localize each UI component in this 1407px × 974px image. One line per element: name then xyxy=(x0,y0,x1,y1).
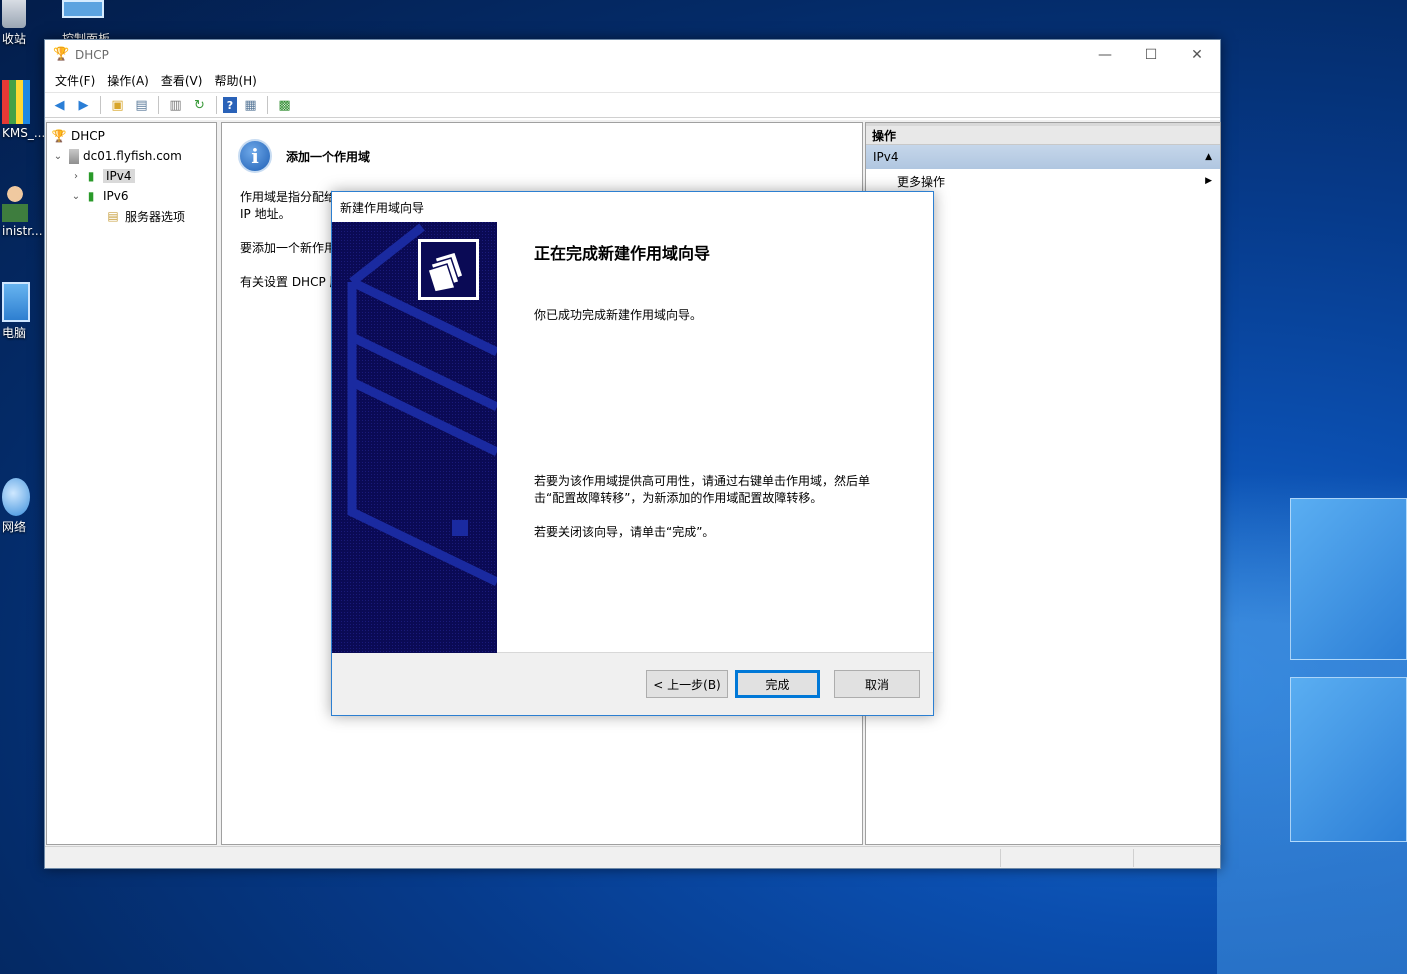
control-panel-icon xyxy=(62,0,104,18)
status-bar xyxy=(45,846,1220,868)
content-text: IP 地址。 xyxy=(240,207,291,221)
desktop-icon-label: KMS_... xyxy=(2,126,46,140)
wizard-text-line: 若要为该作用域提供高可用性，请通过右键单击作用域，然后单 xyxy=(534,474,871,488)
menu-action[interactable]: 操作(A) xyxy=(101,72,155,89)
tree-item-label: IPv4 xyxy=(103,169,135,183)
tree-item-label: 服务器选项 xyxy=(125,209,186,224)
back-button[interactable]: < 上一步(B) xyxy=(646,670,728,698)
tree-item-label: DHCP xyxy=(71,129,105,143)
status-cell xyxy=(1000,849,1133,867)
wizard-heading: 正在完成新建作用域向导 xyxy=(534,244,711,263)
toolbar-separator xyxy=(158,96,159,114)
desktop-icon-label: inistr... xyxy=(2,224,43,238)
menu-view[interactable]: 查看(V) xyxy=(155,72,209,89)
close-button[interactable]: ✕ xyxy=(1174,40,1220,69)
tree-item-server[interactable]: ⌄ dc01.flyfish.com xyxy=(47,146,216,166)
display-statistics-icon[interactable]: ▩ xyxy=(274,95,295,115)
wizard-success-text: 你已成功完成新建作用域向导。 xyxy=(534,308,703,322)
wizard-close-text: 若要关闭该向导，请单击“完成”。 xyxy=(534,525,715,539)
info-icon: i xyxy=(238,139,272,173)
cancel-button[interactable]: 取消 xyxy=(834,670,920,698)
recycle-bin-icon xyxy=(2,0,26,28)
tree-item-ipv6[interactable]: ⌄ ▮ IPv6 xyxy=(47,186,216,206)
properties-icon[interactable]: ▥ xyxy=(165,95,186,115)
tree-item-server-options[interactable]: ▤ 服务器选项 xyxy=(47,206,216,226)
tree-item-ipv4[interactable]: › ▮ IPv4 xyxy=(47,166,216,186)
globe-icon xyxy=(2,478,30,516)
submenu-arrow-icon: ▶ xyxy=(1205,176,1212,186)
minimize-button[interactable]: — xyxy=(1082,40,1128,69)
desktop-icon-label: 收站 xyxy=(2,32,27,46)
back-arrow-icon[interactable]: ◀ xyxy=(49,95,70,115)
wizard-titlebar[interactable]: 新建作用域向导 xyxy=(332,192,933,222)
toolbar-separator xyxy=(100,96,101,114)
content-header: i 添加一个作用域 xyxy=(222,123,862,189)
up-folder-icon[interactable]: ▣ xyxy=(107,95,128,115)
server-options-icon: ▤ xyxy=(107,209,119,223)
ipv4-server-icon: ▮ xyxy=(87,169,95,183)
chevron-right-icon[interactable]: › xyxy=(69,171,83,182)
menubar: 文件(F) 操作(A) 查看(V) 帮助(H) xyxy=(45,69,1220,92)
dhcp-trophy-icon: 🏆 xyxy=(51,129,67,143)
status-cell xyxy=(1133,849,1221,867)
menu-file[interactable]: 文件(F) xyxy=(49,72,101,89)
ipv6-server-icon: ▮ xyxy=(87,189,95,203)
wizard-footer: < 上一步(B) 完成 取消 xyxy=(332,652,933,715)
actions-item-label: 更多操作 xyxy=(897,174,946,189)
server-icon xyxy=(69,148,79,164)
window-title: DHCP xyxy=(75,47,109,62)
finish-button[interactable]: 完成 xyxy=(735,670,820,698)
help-icon[interactable]: ? xyxy=(223,97,237,113)
tree-item-label: IPv6 xyxy=(103,189,129,203)
dhcp-trophy-icon: 🏆 xyxy=(53,46,70,62)
content-text: 作用域是指分配给 xyxy=(240,190,337,204)
window-titlebar[interactable]: 🏆 DHCP — ☐ ✕ xyxy=(45,40,1220,69)
actions-group-ipv4[interactable]: IPv4 ▲ xyxy=(866,145,1220,169)
tree-item-dhcp[interactable]: 🏆 DHCP xyxy=(47,126,216,146)
refresh-icon[interactable]: ↻ xyxy=(189,95,210,115)
chevron-down-icon[interactable]: ⌄ xyxy=(69,191,83,202)
desktop-icon-label: 电脑 xyxy=(2,326,27,340)
toolbar: ◀ ▶ ▣ ▤ ▥ ↻ ? ▦ ▩ xyxy=(45,92,1220,118)
toolbar-separator xyxy=(216,96,217,114)
desktop-icon-control-panel[interactable]: 控制面板 xyxy=(62,0,132,39)
wizard-banner xyxy=(332,222,497,653)
actions-item-more[interactable]: 更多操作 ▶ xyxy=(866,169,1220,193)
tree-item-label: dc01.flyfish.com xyxy=(83,149,182,163)
console-tree: 🏆 DHCP ⌄ dc01.flyfish.com › ▮ IPv4 ⌄ ▮ I… xyxy=(46,122,217,845)
actions-header: 操作 xyxy=(866,123,1220,145)
windows-logo-pane xyxy=(1290,498,1407,660)
show-hide-tree-icon[interactable]: ▤ xyxy=(131,95,152,115)
show-action-pane-icon[interactable]: ▦ xyxy=(240,95,261,115)
wizard-ha-text: 若要为该作用域提供高可用性，请通过右键单击作用域，然后单 击“配置故障转移”，为… xyxy=(534,473,884,507)
maximize-button[interactable]: ☐ xyxy=(1128,40,1174,69)
computer-icon xyxy=(2,282,30,322)
wizard-text-line: 击“配置故障转移”，为新添加的作用域配置故障转移。 xyxy=(534,491,823,505)
menu-help[interactable]: 帮助(H) xyxy=(208,72,262,89)
forward-arrow-icon[interactable]: ▶ xyxy=(73,95,94,115)
new-scope-wizard-dialog: 新建作用域向导 正在完成新建作用域向导 你已成功完成新建作用域向导。 若要为该作… xyxy=(331,191,934,716)
chevron-down-icon[interactable]: ⌄ xyxy=(51,151,65,162)
folders-icon xyxy=(418,239,479,300)
user-icon xyxy=(2,182,28,222)
kms-icon xyxy=(2,80,30,124)
collapse-up-icon[interactable]: ▲ xyxy=(1205,152,1212,162)
windows-logo-pane xyxy=(1290,677,1407,842)
wizard-title: 新建作用域向导 xyxy=(340,200,425,215)
toolbar-separator xyxy=(267,96,268,114)
desktop-icon-label: 网络 xyxy=(2,520,27,534)
wizard-body: 正在完成新建作用域向导 你已成功完成新建作用域向导。 若要为该作用域提供高可用性… xyxy=(332,222,933,653)
actions-group-label: IPv4 xyxy=(873,150,899,164)
content-title: 添加一个作用域 xyxy=(286,149,371,164)
